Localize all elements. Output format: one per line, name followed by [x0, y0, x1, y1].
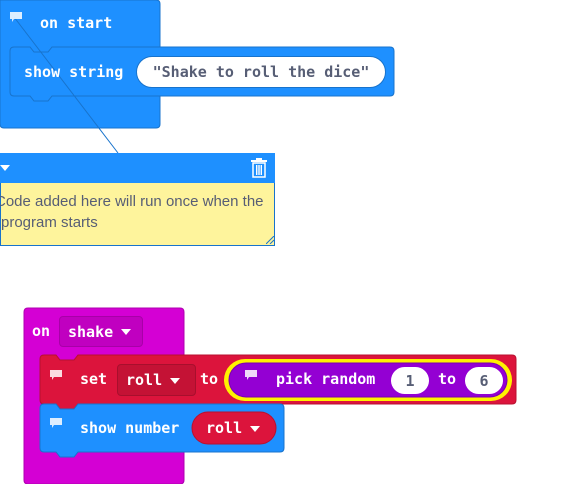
string-input[interactable]: "Shake to roll the dice"	[136, 56, 386, 88]
set-label[interactable]: set	[80, 370, 107, 388]
comment-icon[interactable]	[50, 418, 62, 428]
pick-random-label[interactable]: pick random	[276, 370, 375, 388]
comment-text: Code added here will run once when the p…	[0, 193, 264, 231]
gesture-value: shake	[68, 322, 114, 341]
comment-icon[interactable]	[10, 12, 22, 22]
random-to-value: 6	[479, 371, 489, 390]
show-number-label[interactable]: show number	[80, 419, 179, 437]
random-from-value: 1	[405, 371, 415, 390]
chevron-down-icon	[170, 377, 181, 384]
on-start-label[interactable]: on start	[40, 14, 112, 32]
variable-value: roll	[126, 371, 163, 389]
variable-dropdown[interactable]: roll	[117, 364, 196, 396]
show-number-variable-value: roll	[206, 419, 243, 437]
gesture-dropdown[interactable]: shake	[59, 316, 143, 347]
comment-header[interactable]	[0, 153, 275, 183]
comment-collapse-icon[interactable]	[0, 165, 10, 173]
resize-handle-icon[interactable]	[266, 236, 274, 244]
blocks-workspace[interactable]: on start show string "Shake to roll the …	[0, 0, 569, 484]
trash-icon[interactable]	[250, 158, 268, 178]
comment-icon[interactable]	[245, 370, 257, 380]
chevron-down-icon	[121, 329, 132, 335]
show-number-variable-dropdown[interactable]: roll	[196, 412, 276, 444]
to-label[interactable]: to	[200, 370, 218, 388]
random-from-input[interactable]: 1	[391, 367, 429, 394]
comment-text-area[interactable]: Code added here will run once when the p…	[0, 183, 275, 246]
random-to-label[interactable]: to	[438, 370, 456, 388]
on-label[interactable]: on	[32, 322, 50, 340]
random-to-input[interactable]: 6	[465, 367, 503, 394]
chevron-down-icon	[250, 425, 261, 432]
comment-icon[interactable]	[50, 370, 62, 380]
show-string-label[interactable]: show string	[24, 63, 123, 81]
string-value: "Shake to roll the dice"	[152, 63, 370, 81]
